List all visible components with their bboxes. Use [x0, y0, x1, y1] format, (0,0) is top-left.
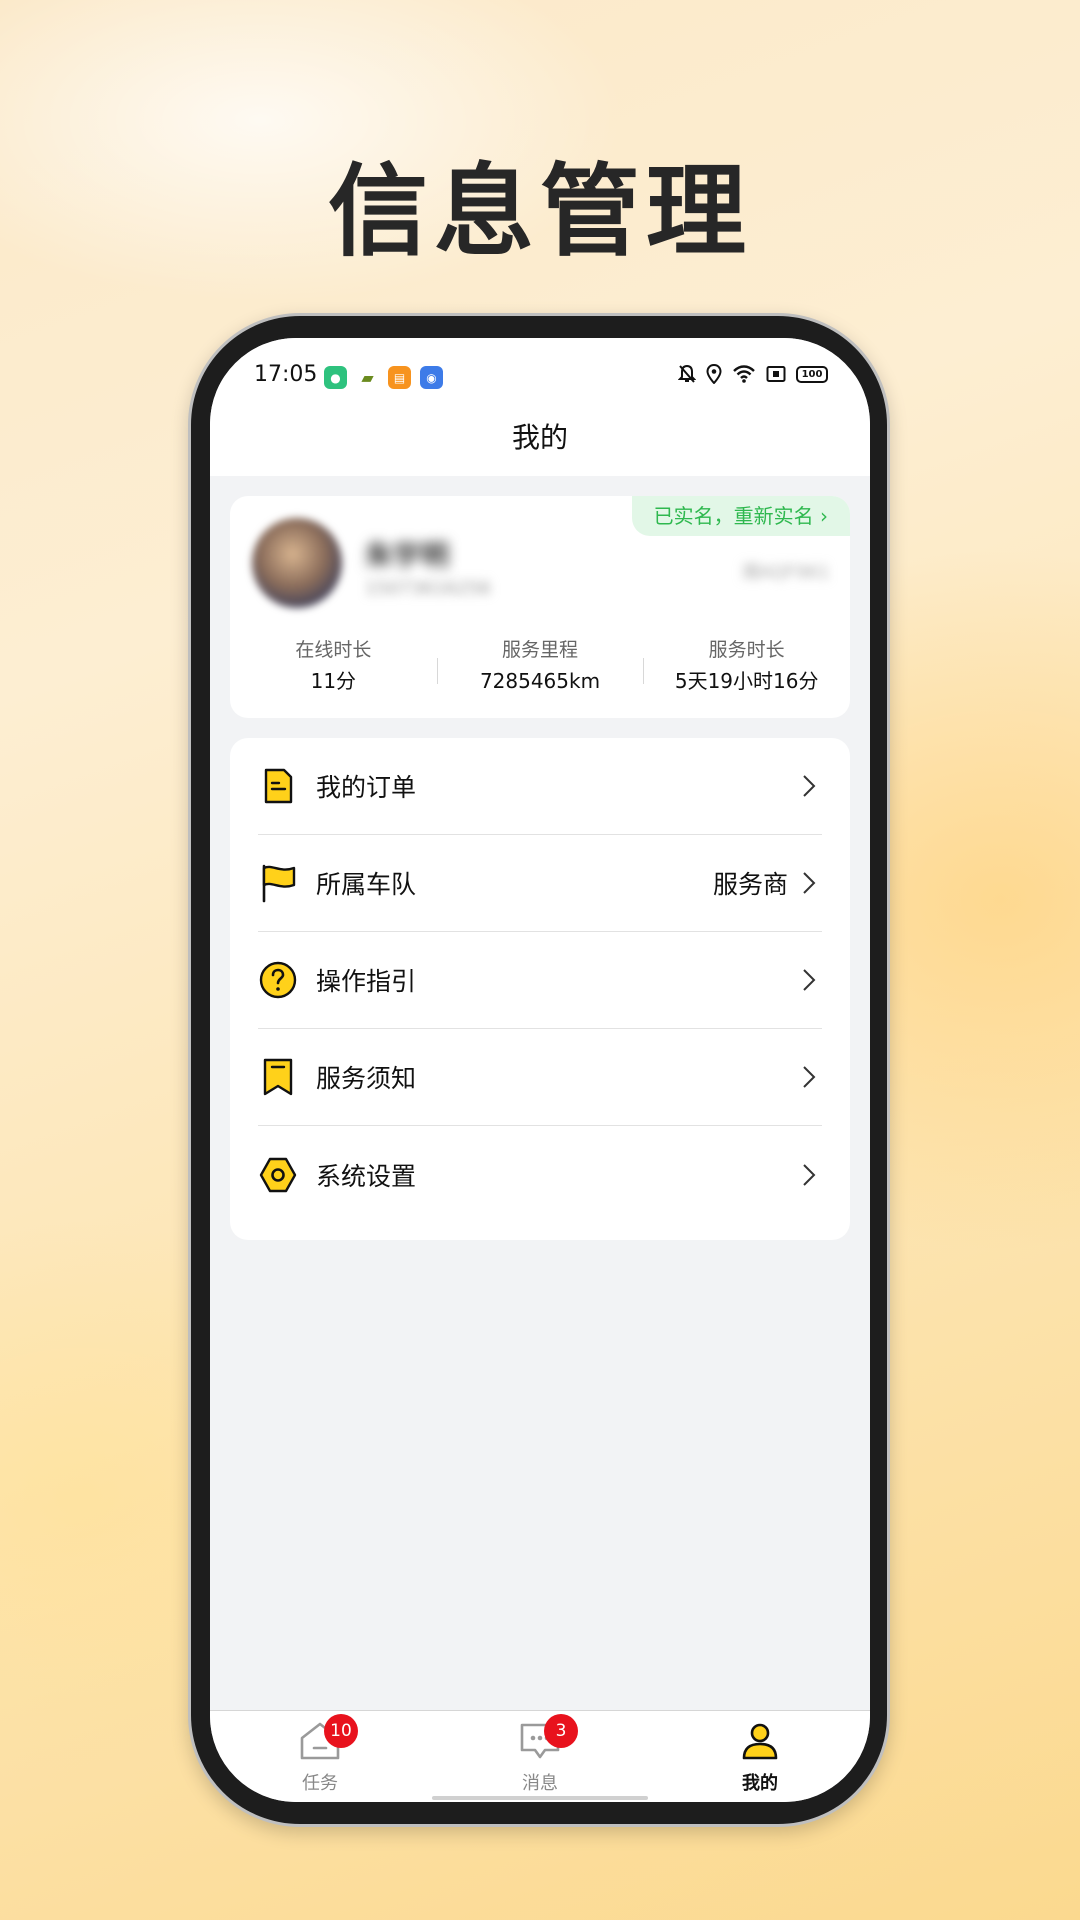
settings-hexagon-icon [259, 1157, 297, 1192]
task-count-badge: 10 [324, 1714, 358, 1748]
stat-online-time: 在线时长 11分 [230, 636, 437, 696]
tab-label: 任务 [302, 1773, 338, 1794]
truck-app-icon: ▰ [356, 366, 379, 389]
stat-value: 11分 [310, 669, 357, 693]
green-app-icon: ● [324, 366, 347, 389]
menu-item-label: 操作指引 [316, 967, 417, 996]
menu-item-service-notice[interactable]: 服务须知 [258, 1029, 822, 1126]
stat-service-time: 服务时长 5天19小时16分 [643, 636, 850, 696]
order-document-icon [264, 768, 293, 804]
tab-label: 我的 [742, 1773, 778, 1794]
stat-service-mileage: 服务里程 7285465km [436, 636, 644, 696]
reverify-button[interactable]: 已实名，重新实名 › [631, 496, 850, 536]
stat-label: 服务时长 [708, 639, 785, 661]
status-app-icons: ● ▰ ▤ ◉ [324, 366, 443, 389]
status-time: 17:05 [254, 362, 318, 387]
phone-screen: 17:05 ● ▰ ▤ ◉ 100 我的 已实名，重新实名 › 朱宇明 1507… [210, 338, 870, 1802]
blue-chat-app-icon: ◉ [420, 366, 443, 389]
stat-value: 7285465km [479, 669, 601, 693]
chevron-right-icon [803, 1066, 816, 1088]
stats-row: 在线时长 11分 服务里程 7285465km 服务时长 5天19小时16分 [230, 636, 850, 696]
menu-item-my-orders[interactable]: 我的订单 [258, 738, 822, 835]
user-name: 朱宇明 [365, 539, 450, 572]
question-guide-icon [259, 961, 297, 999]
profile-card: 已实名，重新实名 › 朱宇明 15073616256 湘AQF961 在线时长 … [230, 496, 850, 718]
menu-item-guide[interactable]: 操作指引 [258, 932, 822, 1029]
status-system-icons: 100 [678, 364, 828, 384]
bookmark-notice-icon [263, 1058, 293, 1096]
chevron-right-icon [803, 969, 816, 991]
person-icon [742, 1723, 778, 1760]
wifi-icon [733, 365, 755, 383]
mute-bell-icon [678, 364, 696, 383]
screen-icon [766, 366, 786, 382]
menu-item-label: 服务须知 [316, 1064, 417, 1093]
avatar[interactable] [252, 518, 342, 608]
menu-item-value: 服务商 [712, 870, 788, 899]
stat-label: 在线时长 [295, 639, 372, 661]
page-title: 我的 [210, 418, 870, 476]
home-indicator [432, 1796, 648, 1800]
tab-tasks[interactable]: 10 任务 [210, 1711, 430, 1802]
menu-item-settings[interactable]: 系统设置 [258, 1126, 822, 1223]
chevron-right-icon [803, 1163, 816, 1186]
tab-label: 消息 [522, 1773, 558, 1794]
menu-item-label: 所属车队 [316, 870, 417, 899]
vehicle-plate: 湘AQF961 [741, 562, 830, 583]
fleet-flag-icon [262, 864, 296, 903]
orange-app-icon: ▤ [388, 366, 411, 389]
menu-card: 我的订单 所属车队 服务商 操作指引 服务须知 系统设置 [230, 738, 850, 1240]
menu-item-fleet[interactable]: 所属车队 服务商 [258, 835, 822, 932]
bottom-tab-bar: 10 任务 3 消息 我的 [210, 1710, 870, 1802]
menu-item-label: 系统设置 [316, 1161, 417, 1191]
menu-item-label: 我的订单 [316, 773, 417, 802]
page-headline: 信息管理 [328, 153, 752, 270]
location-icon [706, 364, 722, 384]
tab-messages[interactable]: 3 消息 [430, 1711, 650, 1802]
stat-label: 服务里程 [502, 639, 579, 661]
user-phone: 15073616256 [365, 578, 491, 599]
chevron-right-icon [803, 872, 816, 894]
message-count-badge: 3 [544, 1714, 578, 1748]
status-bar: 17:05 ● ▰ ▤ ◉ 100 [210, 338, 870, 418]
chevron-right-icon [803, 775, 816, 797]
stat-value: 5天19小时16分 [674, 669, 819, 693]
tab-mine[interactable]: 我的 [650, 1711, 870, 1802]
battery-icon: 100 [796, 365, 828, 383]
